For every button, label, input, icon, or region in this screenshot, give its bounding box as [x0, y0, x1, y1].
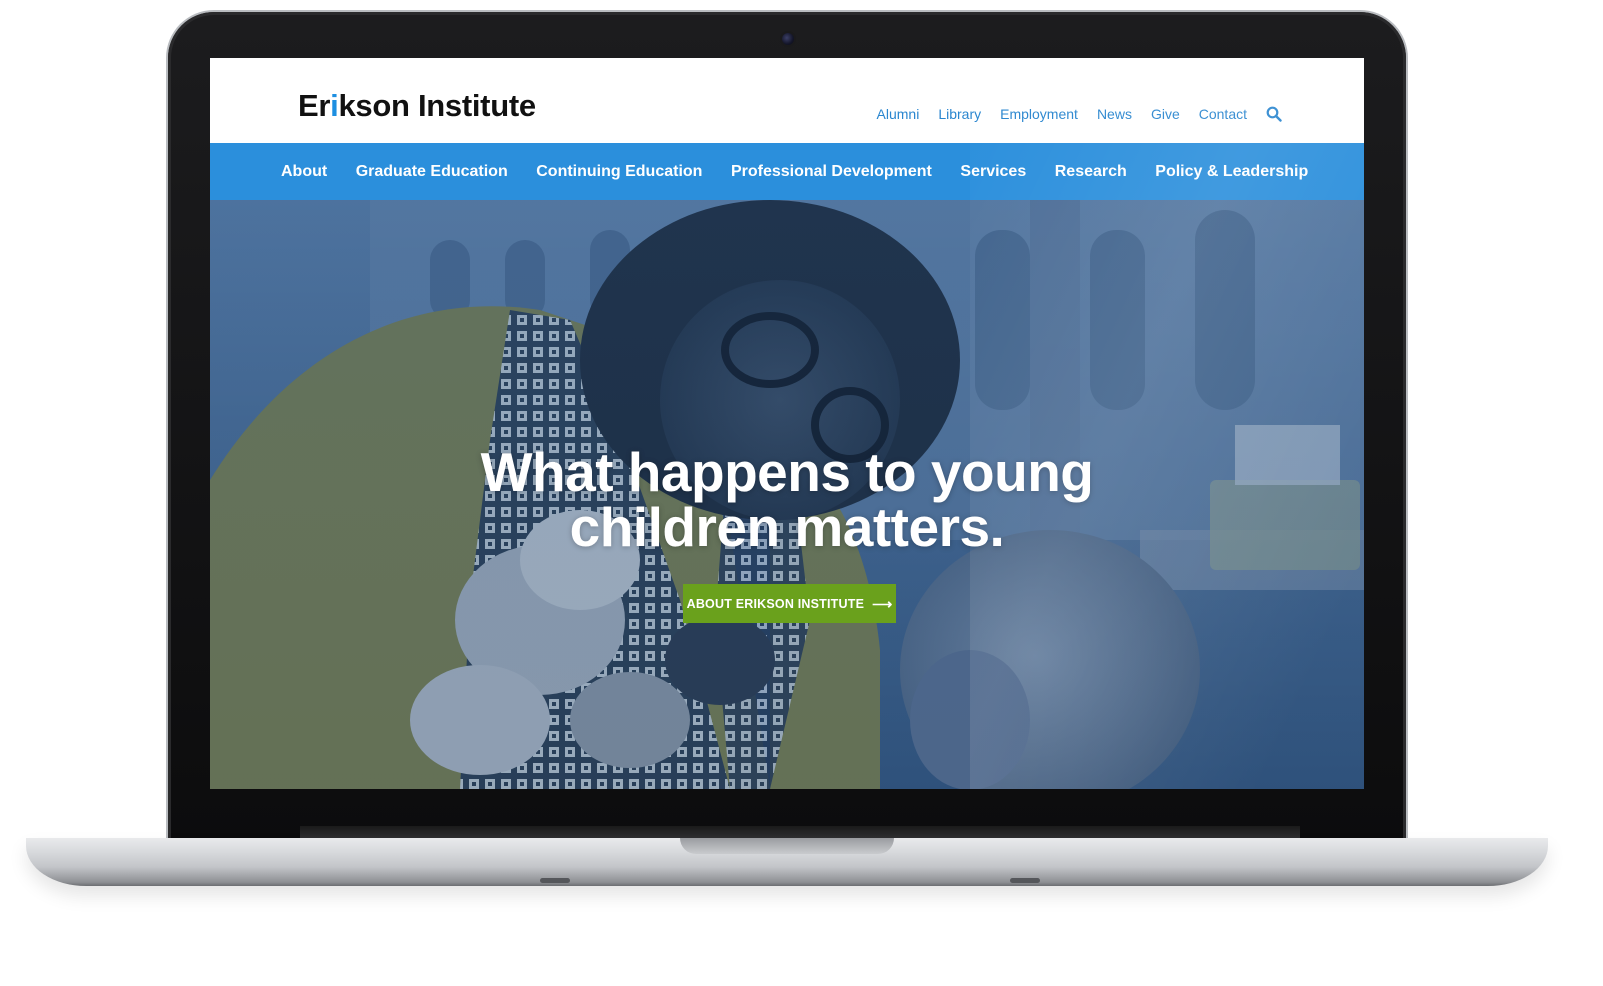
browser-screen: Erikson Institute Alumni Library Employm…: [210, 58, 1364, 789]
search-icon[interactable]: [1266, 106, 1282, 122]
utility-link-contact[interactable]: Contact: [1199, 106, 1247, 122]
nav-research[interactable]: Research: [1055, 163, 1127, 181]
nav-policy-leadership[interactable]: Policy & Leadership: [1155, 163, 1308, 181]
cta-label: ABOUT ERIKSON INSTITUTE: [686, 596, 865, 611]
hero-title-line-2: children matters.: [569, 496, 1005, 558]
nav-graduate-education[interactable]: Graduate Education: [356, 163, 508, 181]
about-erikson-button[interactable]: ABOUT ERIKSON INSTITUTE ⟶: [683, 584, 896, 623]
laptop-notch: [680, 838, 894, 854]
hero-title-line-1: What happens to young: [480, 441, 1094, 503]
laptop-foot-left: [540, 878, 570, 883]
site-header: Erikson Institute Alumni Library Employm…: [210, 58, 1364, 143]
arrow-right-icon: ⟶: [872, 595, 893, 612]
utility-link-news[interactable]: News: [1097, 106, 1132, 122]
erikson-logo[interactable]: Erikson Institute: [298, 88, 536, 124]
utility-link-employment[interactable]: Employment: [1000, 106, 1078, 122]
nav-about[interactable]: About: [281, 163, 327, 181]
logo-text-start: Er: [298, 88, 331, 123]
utility-link-alumni[interactable]: Alumni: [877, 106, 920, 122]
utility-link-give[interactable]: Give: [1151, 106, 1180, 122]
laptop-hinge: [300, 826, 1300, 838]
hero-title: What happens to young children matters.: [210, 445, 1364, 555]
main-nav: About Graduate Education Continuing Educ…: [210, 143, 1364, 200]
camera-icon: [782, 33, 794, 45]
utility-nav: Alumni Library Employment News Give Cont…: [877, 106, 1282, 122]
nav-continuing-education[interactable]: Continuing Education: [536, 163, 702, 181]
laptop-foot-right: [1010, 878, 1040, 883]
nav-professional-development[interactable]: Professional Development: [731, 163, 932, 181]
hero-banner: What happens to young children matters. …: [210, 200, 1364, 789]
utility-link-library[interactable]: Library: [938, 106, 981, 122]
nav-services[interactable]: Services: [960, 163, 1026, 181]
logo-text-end: kson Institute: [338, 88, 536, 123]
